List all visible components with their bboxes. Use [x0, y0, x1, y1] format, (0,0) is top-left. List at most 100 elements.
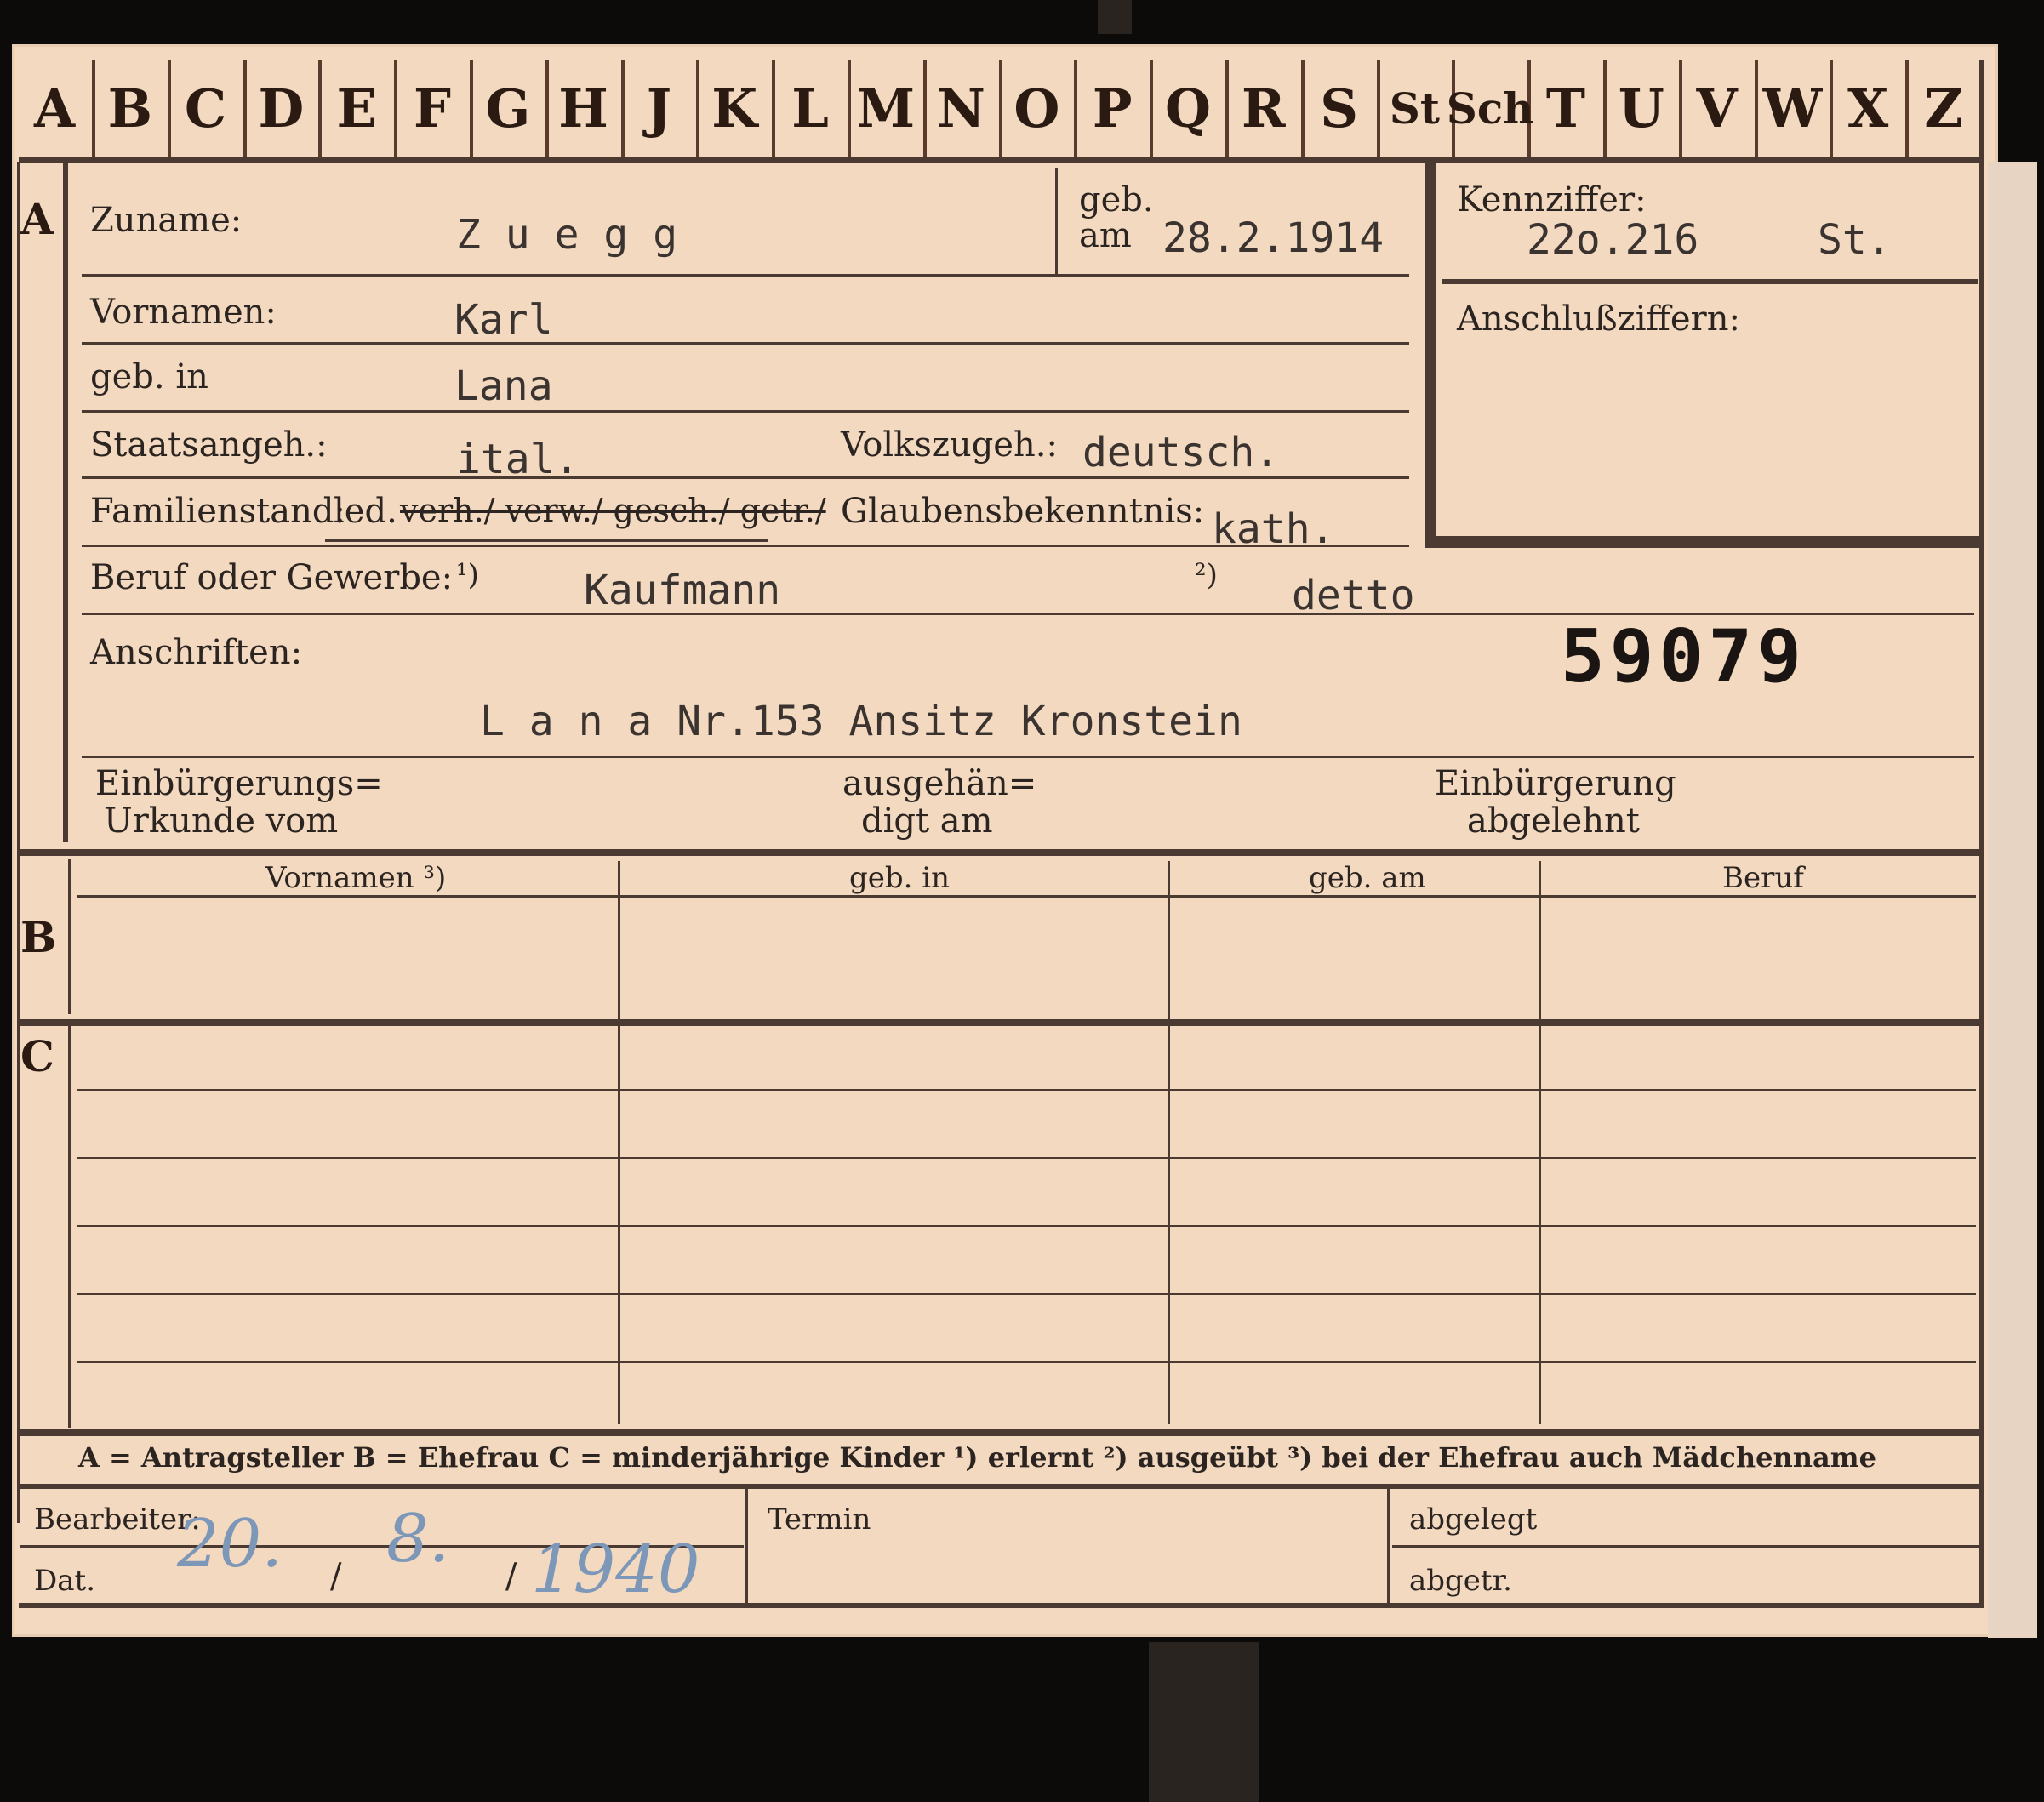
zuname-label: Zuname:	[90, 201, 243, 240]
letter-tab: J	[621, 60, 700, 157]
ausgehaendigt-label-1: ausgehän=	[842, 764, 1037, 803]
volkszugeh-label: Volkszugeh.:	[841, 425, 1058, 465]
letter-tab: P	[1075, 60, 1154, 157]
kennziffer-label: Kennziffer:	[1457, 180, 1647, 220]
anschriften-label: Anschriften:	[90, 633, 303, 672]
ausgehaendigt-label-2: digt am	[861, 801, 993, 841]
beruf-label: Beruf oder Gewerbe:	[90, 558, 454, 597]
vornamen-value: Karl	[454, 296, 553, 344]
geb-am-value: 28.2.1914	[1162, 214, 1385, 262]
letter-tab: E	[319, 60, 398, 157]
card-bottom-rule	[19, 1603, 1981, 1608]
footer-divider-1	[745, 1489, 748, 1605]
tabs-bottom-rule	[19, 157, 1984, 163]
letter-tab: A	[17, 60, 95, 157]
geb-in-label: geb. in	[90, 357, 208, 396]
letter-tab: D	[243, 60, 323, 157]
abgelegt-label: abgelegt	[1409, 1503, 1538, 1537]
legend-text: A = Antragsteller B = Ehefrau C = minder…	[78, 1441, 1876, 1474]
kennziffer-value: 22o.216	[1527, 216, 1699, 264]
section-a-bottom-rule	[19, 849, 1981, 856]
kennziffer-suffix: St.	[1818, 216, 1892, 264]
letter-tab: K	[697, 60, 776, 157]
einbuergerung-abgelehnt-label-1: Einbürgerung	[1435, 764, 1676, 803]
date-separator-1: /	[330, 1557, 342, 1596]
staatsangeh-label: Staatsangeh.:	[90, 425, 328, 465]
letter-tab: W	[1755, 60, 1834, 157]
section-b-bottom-rule	[19, 1019, 1981, 1026]
volkszugeh-value: deutsch.	[1082, 429, 1280, 476]
letter-tab: H	[546, 60, 625, 157]
letter-tab: Z	[1906, 60, 1984, 157]
section-b-left-rule	[68, 859, 71, 1014]
footer-divider-2	[1387, 1489, 1390, 1605]
section-letter-b: B	[20, 912, 57, 962]
kennziffer-box-bottom	[1425, 536, 1981, 548]
legend-bottom-rule	[19, 1484, 1981, 1489]
vornamen-underline	[82, 342, 1409, 345]
einbuergerung-urkunde-label-1: Einbürgerungs=	[95, 764, 383, 803]
date-day-handwritten: 20.	[177, 1506, 283, 1582]
vornamen-label: Vornamen:	[90, 293, 277, 332]
column-header-vornamen: Vornamen ³)	[265, 861, 447, 895]
anschrift-value: L a n a Nr.153 Ansitz Kronstein	[480, 698, 1242, 745]
beruf-mark-1: ¹)	[456, 558, 479, 592]
letter-tab: N	[924, 60, 1002, 157]
card-left-rule	[17, 162, 20, 1523]
beruf-value-1: Kaufmann	[584, 567, 781, 614]
table-c-row-rule	[77, 1225, 1976, 1227]
column-header-geb-am: geb. am	[1309, 861, 1426, 895]
geb-in-underline	[82, 410, 1409, 413]
legend-top-rule	[19, 1429, 1981, 1436]
letter-tab: G	[471, 60, 549, 157]
einbuergerung-abgelehnt-label-2: abgelehnt	[1467, 801, 1640, 841]
card-right-rule	[1979, 60, 1984, 1608]
letter-tab: V	[1680, 60, 1758, 157]
letter-tab: R	[1226, 60, 1305, 157]
letter-tab: B	[93, 60, 171, 157]
column-divider-1	[618, 861, 620, 1424]
kennziffer-box-left	[1425, 163, 1436, 548]
letter-tab: L	[773, 60, 851, 157]
section-c-left-rule	[68, 1026, 71, 1428]
glaubens-label: Glaubensbekenntnis:	[841, 492, 1205, 531]
bearbeiter-label: Bearbeiter:	[34, 1503, 201, 1537]
section-letter-c: C	[20, 1031, 54, 1081]
column-divider-2	[1168, 861, 1170, 1424]
bottom-fold-shadow	[1149, 1642, 1259, 1802]
letter-tab: Q	[1150, 60, 1229, 157]
termin-label: Termin	[768, 1503, 871, 1537]
familienstand-underline	[82, 545, 1409, 547]
table-c-row-rule	[77, 1293, 1976, 1295]
letter-tab: T	[1528, 60, 1607, 157]
zuname-underline	[82, 274, 1409, 277]
familienstand-struck-options: verh./ verw./ gesch./ getr./	[400, 492, 826, 529]
abgetr-label: abgetr.	[1409, 1564, 1512, 1598]
familienstand-underline-short	[325, 539, 768, 542]
anschriften-underline	[82, 756, 1974, 758]
table-c-row-rule	[77, 1361, 1976, 1363]
familienstand-label: Familienstand:	[90, 492, 345, 531]
section-letter-a: A	[20, 194, 54, 244]
dat-label: Dat.	[34, 1564, 96, 1598]
table-b-header-rule	[77, 895, 1976, 898]
letter-tab: F	[395, 60, 473, 157]
letter-tab: Sch	[1447, 60, 1534, 157]
section-a-left-rule	[63, 162, 68, 842]
letter-tab: M	[848, 60, 927, 157]
letter-tab: C	[168, 60, 247, 157]
letter-tab: O	[999, 60, 1078, 157]
letter-tab: S	[1302, 60, 1380, 157]
familienstand-led: led.	[334, 492, 397, 531]
zuname-value: Z u e g g	[456, 211, 678, 259]
column-header-beruf: Beruf	[1722, 861, 1804, 895]
date-month-handwritten: 8.	[386, 1501, 450, 1577]
geb-am-label-2: am	[1079, 216, 1132, 255]
table-c-row-rule	[77, 1089, 1976, 1091]
card-edge-shade	[1988, 162, 2037, 1638]
top-fold-shadow	[1098, 0, 1132, 34]
anschluss-label: Anschlußziffern:	[1457, 299, 1740, 339]
date-separator-2: /	[505, 1557, 517, 1596]
geb-am-label-1: geb.	[1079, 180, 1154, 220]
kennziffer-divider	[1442, 279, 1978, 284]
